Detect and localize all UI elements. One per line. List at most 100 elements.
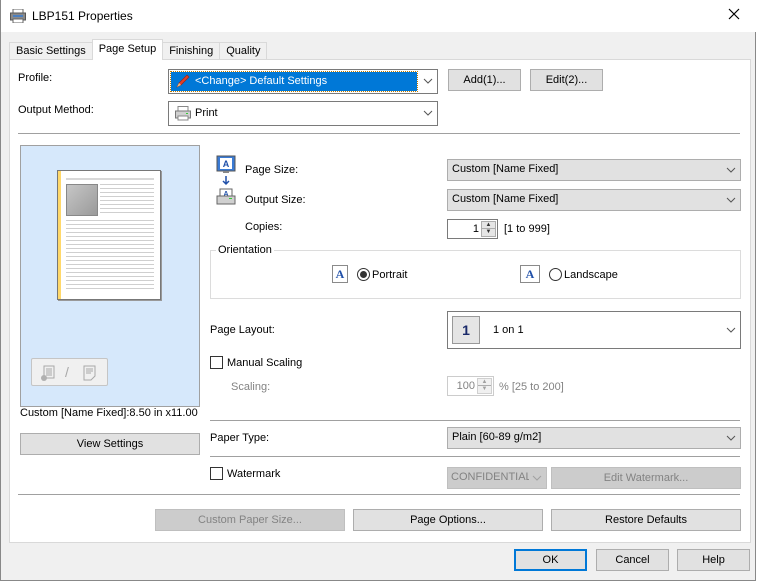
chevron-down-icon <box>726 195 736 205</box>
copies-range: [1 to 999] <box>504 223 550 235</box>
spin-down-icon[interactable]: ▼ <box>482 229 495 236</box>
window-title: LBP151 Properties <box>32 9 133 23</box>
preview-mode-toggle[interactable]: / <box>31 358 108 386</box>
preview-line <box>66 220 154 221</box>
page-layout-value: 1 on 1 <box>493 324 524 336</box>
preview-line <box>66 178 154 180</box>
ok-button[interactable]: OK <box>514 549 587 571</box>
page-size-status: Custom [Name Fixed]:8.50 in x11.00 in <box>20 407 200 421</box>
preview-line <box>66 268 154 269</box>
preview-line <box>66 288 154 289</box>
print-icon <box>175 106 191 124</box>
tab-basic-settings[interactable]: Basic Settings <box>9 42 93 60</box>
preview-line <box>66 272 154 273</box>
chevron-down-icon <box>532 473 542 483</box>
spin-up-icon[interactable]: ▲ <box>478 379 491 386</box>
profile-value: <Change> Default Settings <box>195 75 328 87</box>
output-method-select[interactable]: Print <box>168 101 438 126</box>
svg-text:A: A <box>223 159 230 169</box>
divider <box>18 133 740 134</box>
title-bar: LBP151 Properties <box>1 0 757 32</box>
preview-line <box>100 212 154 213</box>
copies-spin-buttons[interactable]: ▲ ▼ <box>481 221 496 237</box>
view-settings-button[interactable]: View Settings <box>20 433 200 455</box>
paper-type-select[interactable]: Plain [60-89 g/m2] <box>447 427 741 449</box>
preview-line <box>66 252 154 253</box>
paper-type-label: Paper Type: <box>210 432 270 444</box>
copies-spinner[interactable]: 1 ▲ ▼ <box>447 219 498 239</box>
portrait-icon: A <box>332 265 348 283</box>
close-button[interactable] <box>711 0 757 32</box>
output-size-icon: A <box>216 188 236 209</box>
output-size-select[interactable]: Custom [Name Fixed] <box>447 189 741 211</box>
profile-label: Profile: <box>18 72 53 84</box>
preview-image <box>66 184 98 216</box>
profile-select[interactable]: <Change> Default Settings <box>168 69 438 94</box>
layout-1-on-1-icon: 1 <box>452 316 480 344</box>
preview-line <box>100 200 154 201</box>
page-options-button[interactable]: Page Options... <box>353 509 543 531</box>
custom-paper-size-button[interactable]: Custom Paper Size... <box>155 509 345 531</box>
page-layout-label: Page Layout: <box>210 324 275 336</box>
preview-line <box>66 264 154 265</box>
scaling-value: 100 <box>456 380 475 392</box>
divider <box>210 420 740 421</box>
edit-watermark-button[interactable]: Edit Watermark... <box>551 467 741 489</box>
page-view-icon <box>82 364 98 385</box>
tab-finishing[interactable]: Finishing <box>162 42 221 60</box>
scaling-label: Scaling: <box>231 381 271 393</box>
cancel-button[interactable]: Cancel <box>596 549 669 571</box>
divider <box>210 456 740 457</box>
landscape-label[interactable]: Landscape <box>564 269 618 281</box>
page-layout-select[interactable]: 1 1 on 1 <box>447 311 741 349</box>
tab-quality[interactable]: Quality <box>219 42 268 60</box>
scaling-spin-buttons[interactable]: ▲ ▼ <box>477 378 492 394</box>
scaling-spinner[interactable]: 100 ▲ ▼ <box>447 376 494 396</box>
landscape-radio[interactable] <box>549 268 562 281</box>
orientation-group <box>210 250 741 299</box>
print-settings-icon <box>39 364 57 385</box>
close-icon <box>728 7 740 25</box>
preview-line <box>66 260 154 261</box>
chevron-down-icon <box>726 165 736 175</box>
output-method-value: Print <box>195 107 218 119</box>
preview-line <box>66 244 154 245</box>
preview-line <box>66 248 154 249</box>
tab-bar: Basic Settings Page Setup Finishing Qual… <box>9 39 268 60</box>
page-size-label: Page Size: <box>245 164 299 176</box>
preview-line <box>100 188 154 189</box>
portrait-radio[interactable] <box>357 268 370 281</box>
preview-line <box>100 184 154 185</box>
paper-preview <box>57 170 161 300</box>
preview-line <box>66 240 154 241</box>
portrait-label[interactable]: Portrait <box>372 269 407 281</box>
watermark-select[interactable]: CONFIDENTIAL <box>447 467 547 489</box>
page-preview: / <box>20 145 200 407</box>
edit-profile-button[interactable]: Edit(2)... <box>530 69 603 91</box>
help-button[interactable]: Help <box>677 549 750 571</box>
chevron-down-icon <box>726 433 736 443</box>
watermark-label[interactable]: Watermark <box>227 468 280 480</box>
copies-label: Copies: <box>245 221 283 233</box>
add-profile-button[interactable]: Add(1)... <box>448 69 521 91</box>
preview-line <box>66 280 154 281</box>
tab-page-setup[interactable]: Page Setup <box>91 39 164 60</box>
paper-type-value: Plain [60-89 g/m2] <box>452 431 542 443</box>
preview-line <box>100 196 154 197</box>
page-size-value: Custom [Name Fixed] <box>452 163 559 175</box>
toggle-separator: / <box>65 364 69 380</box>
restore-defaults-button[interactable]: Restore Defaults <box>551 509 741 531</box>
printer-icon <box>10 8 26 24</box>
chevron-down-icon <box>423 108 433 118</box>
preview-line <box>66 256 154 257</box>
watermark-checkbox[interactable] <box>210 467 223 480</box>
manual-scaling-checkbox[interactable] <box>210 356 223 369</box>
spin-up-icon[interactable]: ▲ <box>482 222 495 229</box>
spin-down-icon[interactable]: ▼ <box>478 386 491 393</box>
scaling-range: % [25 to 200] <box>499 381 564 393</box>
orientation-title: Orientation <box>216 244 274 256</box>
landscape-icon: A <box>520 265 540 283</box>
page-size-select[interactable]: Custom [Name Fixed] <box>447 159 741 181</box>
copies-value: 1 <box>472 223 479 235</box>
manual-scaling-label[interactable]: Manual Scaling <box>227 357 302 369</box>
